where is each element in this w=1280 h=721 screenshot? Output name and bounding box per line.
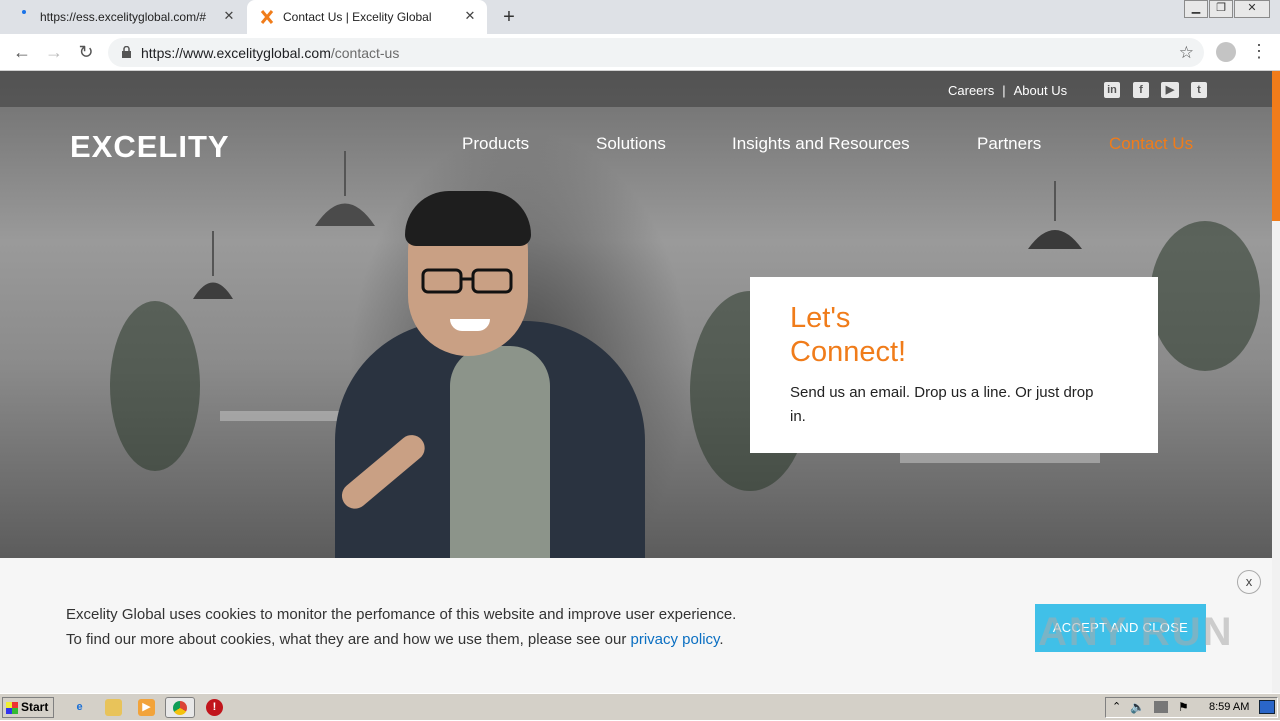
youtube-icon[interactable]: ▶ bbox=[1161, 82, 1179, 98]
hero-banner: Careers | About Us in f ▶ t EXCELITY Pro… bbox=[0, 71, 1272, 571]
close-tab-icon[interactable]: ✕ bbox=[463, 9, 477, 23]
connect-card: Let's Connect! Send us an email. Drop us… bbox=[750, 277, 1158, 453]
utility-links: Careers | About Us bbox=[948, 83, 1067, 98]
start-button[interactable]: Start bbox=[2, 697, 54, 718]
chrome-icon bbox=[173, 701, 187, 715]
lock-icon bbox=[122, 46, 131, 58]
show-desktop-icon[interactable] bbox=[1259, 700, 1275, 714]
connect-title-line2: Connect! bbox=[790, 336, 907, 368]
minimize-button[interactable]: ▁ bbox=[1184, 0, 1208, 18]
tab-strip: https://ess.excelityglobal.com/# ✕ Conta… bbox=[0, 0, 1280, 34]
webpage: Careers | About Us in f ▶ t EXCELITY Pro… bbox=[0, 71, 1272, 693]
lamp-decoration bbox=[193, 231, 233, 299]
plant-decoration bbox=[110, 301, 200, 471]
excelity-logo[interactable]: EXCELITY bbox=[70, 129, 230, 165]
cookie-line-1: Excelity Global uses cookies to monitor … bbox=[66, 606, 737, 623]
menu-kebab-icon[interactable]: ⋮ bbox=[1250, 41, 1268, 62]
close-tab-icon[interactable]: ✕ bbox=[222, 9, 236, 23]
address-bar[interactable]: https://www.excelityglobal.com/contact-u… bbox=[108, 38, 1204, 67]
close-window-button[interactable]: ✕ bbox=[1234, 0, 1270, 18]
cookie-message: Excelity Global uses cookies to monitor … bbox=[66, 602, 736, 652]
volume-icon[interactable]: 🔈 bbox=[1130, 700, 1145, 714]
flag-icon[interactable]: ⚑ bbox=[1178, 700, 1189, 714]
cookie-close-button[interactable]: x bbox=[1237, 570, 1261, 594]
lamp-decoration bbox=[315, 151, 375, 226]
nav-solutions[interactable]: Solutions bbox=[596, 134, 666, 154]
tray-expand-icon[interactable]: ⌃ bbox=[1112, 700, 1121, 713]
tab-title: Contact Us | Excelity Global bbox=[283, 10, 432, 24]
cookie-line-2-text: To find our more about cookies, what the… bbox=[66, 631, 627, 648]
start-label: Start bbox=[21, 700, 49, 714]
nav-products[interactable]: Products bbox=[462, 134, 529, 154]
windows-flag-icon bbox=[6, 702, 18, 714]
reload-icon[interactable]: ↻ bbox=[75, 41, 97, 63]
person-hair bbox=[405, 191, 531, 246]
about-us-link[interactable]: About Us bbox=[1014, 83, 1067, 98]
forward-icon[interactable]: → bbox=[43, 41, 65, 63]
tab-contact[interactable]: Contact Us | Excelity Global ✕ bbox=[247, 0, 487, 34]
new-tab-button[interactable]: + bbox=[498, 6, 520, 28]
network-icon[interactable] bbox=[1154, 701, 1168, 713]
stop-icon[interactable]: ! bbox=[206, 699, 223, 716]
maximize-button[interactable]: ❐ bbox=[1209, 0, 1233, 18]
twitter-icon[interactable]: t bbox=[1191, 82, 1207, 98]
careers-link[interactable]: Careers bbox=[948, 83, 994, 98]
privacy-policy-link[interactable]: privacy policy bbox=[631, 631, 720, 648]
url-text: https://www.excelityglobal.com/contact-u… bbox=[141, 45, 400, 61]
connect-title: Let's Connect! bbox=[790, 301, 990, 369]
linkedin-icon[interactable]: in bbox=[1104, 82, 1120, 98]
back-icon[interactable]: ← bbox=[11, 41, 33, 63]
cookie-line-2: To find our more about cookies, what the… bbox=[66, 627, 736, 652]
glasses-icon bbox=[421, 268, 513, 294]
cookie-line-2-period: . bbox=[719, 631, 724, 648]
nav-partners[interactable]: Partners bbox=[977, 134, 1041, 154]
nav-contact-us[interactable]: Contact Us bbox=[1109, 134, 1193, 154]
taskbar-clock: 8:59 AM bbox=[1209, 701, 1250, 713]
separator: | bbox=[1002, 83, 1006, 98]
internet-explorer-icon[interactable]: e bbox=[71, 699, 88, 716]
excelity-favicon-icon bbox=[260, 10, 274, 24]
cookie-banner: Excelity Global uses cookies to monitor … bbox=[0, 558, 1272, 693]
scrollbar-thumb[interactable] bbox=[1272, 71, 1280, 221]
loading-icon bbox=[22, 10, 26, 14]
nav-insights-resources[interactable]: Insights and Resources bbox=[732, 134, 910, 154]
person-smile bbox=[450, 319, 490, 331]
taskbar: Start e ▶ ! ⌃ 🔈 ⚑ 8:59 AM bbox=[0, 693, 1280, 720]
person-shirt bbox=[450, 346, 550, 566]
bookmark-star-icon[interactable]: ☆ bbox=[1179, 43, 1194, 63]
connect-description: Send us an email. Drop us a line. Or jus… bbox=[790, 384, 1094, 425]
anyrun-watermark: ANY RUN bbox=[1038, 610, 1234, 654]
plant-decoration bbox=[1150, 221, 1260, 371]
facebook-icon[interactable]: f bbox=[1133, 82, 1149, 98]
profile-avatar-icon[interactable] bbox=[1216, 42, 1236, 62]
media-player-icon[interactable]: ▶ bbox=[138, 699, 155, 716]
chrome-taskbar-button[interactable] bbox=[165, 697, 195, 718]
lamp-decoration bbox=[1028, 181, 1082, 249]
system-tray: ⌃ 🔈 ⚑ bbox=[1105, 697, 1278, 718]
connect-title-line1: Let's bbox=[790, 302, 851, 334]
tab-ess[interactable]: https://ess.excelityglobal.com/# ✕ bbox=[0, 0, 246, 34]
tab-title: https://ess.excelityglobal.com/# bbox=[40, 10, 207, 24]
browser-toolbar: ← → ↻ https://www.excelityglobal.com/con… bbox=[0, 34, 1280, 71]
utility-bar bbox=[0, 71, 1272, 107]
folder-icon[interactable] bbox=[105, 699, 122, 716]
